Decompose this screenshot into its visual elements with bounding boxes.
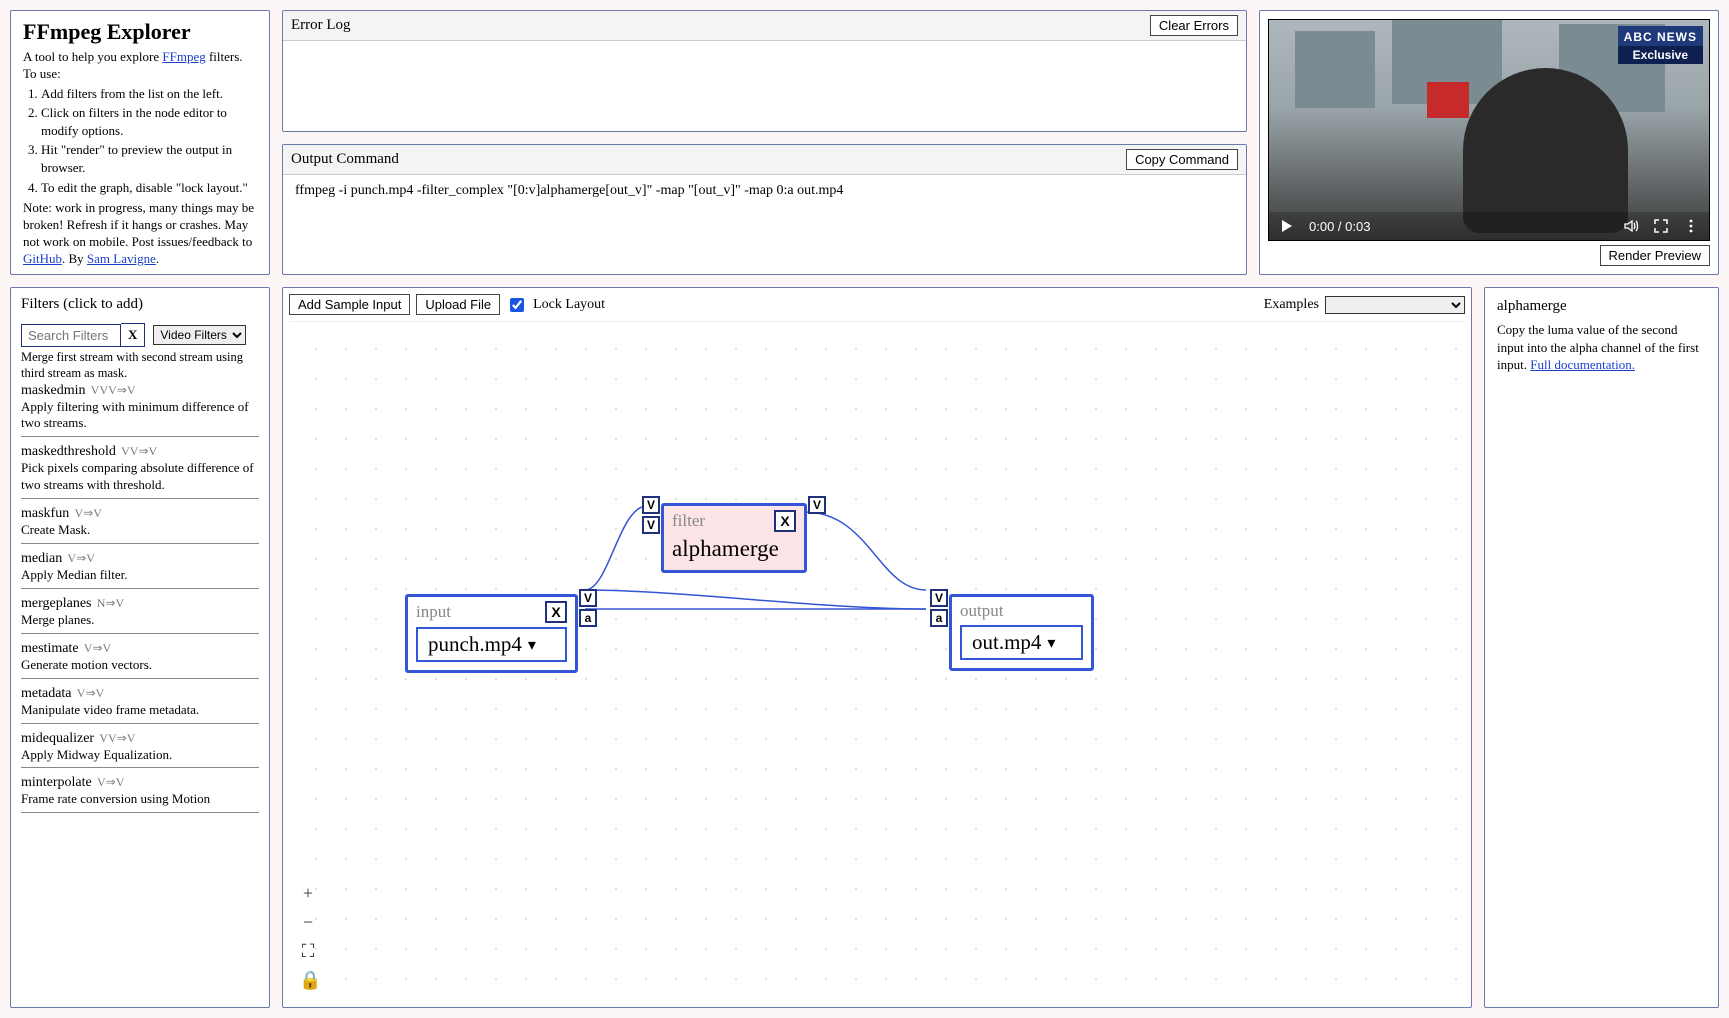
more-icon[interactable] xyxy=(1683,218,1699,234)
zoom-in-icon[interactable]: + xyxy=(299,883,317,904)
node-input-select[interactable]: punch.mp4 ▾ xyxy=(416,627,567,662)
author-link[interactable]: Sam Lavigne xyxy=(87,251,156,266)
add-sample-input-button[interactable]: Add Sample Input xyxy=(289,294,410,315)
filter-details-title: alphamerge xyxy=(1497,298,1706,315)
fit-icon[interactable]: ⛶ xyxy=(299,941,317,962)
filter-list-item[interactable]: minterpolate V⇒VFrame rate conversion us… xyxy=(21,768,259,813)
clear-errors-button[interactable]: Clear Errors xyxy=(1150,15,1238,36)
clear-search-button[interactable]: X xyxy=(121,323,145,347)
error-log-panel: Error Log Clear Errors xyxy=(282,10,1247,132)
output-command-panel: Output Command Copy Command ffmpeg -i pu… xyxy=(282,144,1247,275)
filter-list-item[interactable]: maskedthreshold VV⇒VPick pixels comparin… xyxy=(21,437,259,499)
news-badge: ABC NEWS Exclusive xyxy=(1618,26,1703,64)
error-log-body xyxy=(283,41,1246,131)
full-documentation-link[interactable]: Full documentation. xyxy=(1530,357,1635,372)
port-input-v[interactable]: V xyxy=(930,589,948,607)
ffmpeg-link[interactable]: FFmpeg xyxy=(162,49,205,64)
zoom-out-icon[interactable]: − xyxy=(299,912,317,933)
app-title: FFmpeg Explorer xyxy=(23,19,257,45)
filter-list-item[interactable]: midequalizer VV⇒VApply Midway Equalizati… xyxy=(21,724,259,769)
fullscreen-icon[interactable] xyxy=(1653,218,1669,234)
node-canvas[interactable]: input X punch.mp4 ▾ V a filter X xyxy=(289,321,1465,1001)
filter-prelude: Merge first stream with second stream us… xyxy=(21,349,259,382)
chevron-down-icon: ▾ xyxy=(1047,633,1055,653)
lock-icon[interactable]: 🔒 xyxy=(299,970,317,991)
filters-panel: Filters (click to add) X Video Filters M… xyxy=(10,287,270,1008)
port-output-v[interactable]: V xyxy=(808,496,826,514)
node-input-close[interactable]: X xyxy=(545,601,567,623)
filters-title: Filters (click to add) xyxy=(21,296,259,313)
node-filter-close[interactable]: X xyxy=(774,510,796,532)
upload-file-button[interactable]: Upload File xyxy=(416,294,500,315)
filter-list-item[interactable]: maskedmin VVV⇒VApply filtering with mini… xyxy=(21,382,259,438)
examples-label: Examples xyxy=(1264,297,1319,313)
render-preview-button[interactable]: Render Preview xyxy=(1600,245,1711,266)
lock-layout-label: Lock Layout xyxy=(533,297,605,313)
port-output-v[interactable]: V xyxy=(579,589,597,607)
port-output-a[interactable]: a xyxy=(579,609,597,627)
output-command-text: ffmpeg -i punch.mp4 -filter_complex "[0:… xyxy=(283,175,1246,274)
port-input-v1[interactable]: V xyxy=(642,496,660,514)
filter-list-item[interactable]: maskfun V⇒VCreate Mask. xyxy=(21,499,259,544)
filter-type-select[interactable]: Video Filters xyxy=(153,325,246,345)
chevron-down-icon: ▾ xyxy=(528,635,536,655)
video-preview[interactable]: ABC NEWS Exclusive 0:00 / 0:03 xyxy=(1268,19,1710,241)
video-time: 0:00 / 0:03 xyxy=(1309,219,1370,234)
port-input-v2[interactable]: V xyxy=(642,516,660,534)
node-editor-panel: Add Sample Input Upload File Lock Layout… xyxy=(282,287,1472,1008)
node-output-select[interactable]: out.mp4 ▾ xyxy=(960,625,1083,660)
node-filter[interactable]: filter X alphamerge V V V xyxy=(661,503,807,573)
intro-steps: Add filters from the list on the left. C… xyxy=(41,85,257,196)
volume-icon[interactable] xyxy=(1623,218,1639,234)
filter-details-panel: alphamerge Copy the luma value of the se… xyxy=(1484,287,1719,1008)
intro-panel: FFmpeg Explorer A tool to help you explo… xyxy=(10,10,270,275)
filter-list-item[interactable]: median V⇒VApply Median filter. xyxy=(21,544,259,589)
video-controls: 0:00 / 0:03 xyxy=(1269,212,1709,240)
port-input-a[interactable]: a xyxy=(930,609,948,627)
filter-list-item[interactable]: mestimate V⇒VGenerate motion vectors. xyxy=(21,634,259,679)
lock-layout-checkbox[interactable] xyxy=(510,298,524,312)
search-filters-input[interactable] xyxy=(21,324,121,347)
github-link[interactable]: GitHub xyxy=(23,251,62,266)
examples-select[interactable] xyxy=(1325,296,1465,314)
node-input[interactable]: input X punch.mp4 ▾ V a xyxy=(405,594,578,673)
node-output[interactable]: output out.mp4 ▾ V a xyxy=(949,594,1094,671)
play-icon[interactable] xyxy=(1279,218,1295,234)
video-panel: ABC NEWS Exclusive 0:00 / 0:03 xyxy=(1259,10,1719,275)
filter-list-item[interactable]: metadata V⇒VManipulate video frame metad… xyxy=(21,679,259,724)
filter-list-item[interactable]: mergeplanes N⇒VMerge planes. xyxy=(21,589,259,634)
copy-command-button[interactable]: Copy Command xyxy=(1126,149,1238,170)
output-command-title: Output Command xyxy=(291,151,399,168)
canvas-controls: + − ⛶ 🔒 xyxy=(299,883,317,991)
error-log-title: Error Log xyxy=(291,17,351,34)
